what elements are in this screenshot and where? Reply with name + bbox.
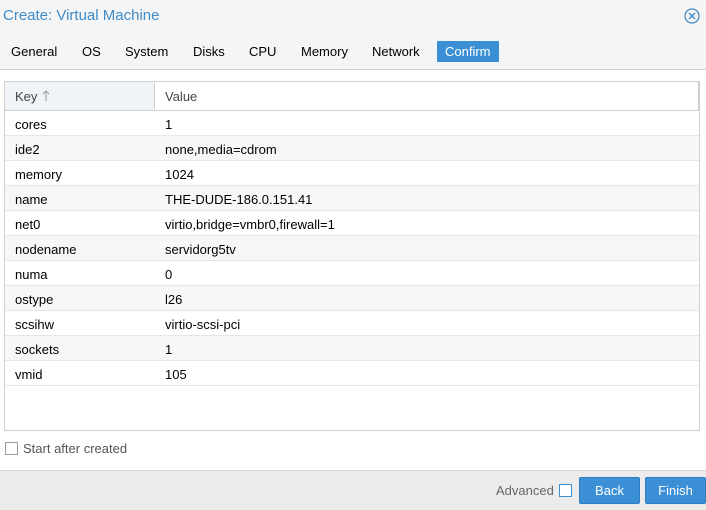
window-titlebar: Create: Virtual Machine <box>0 0 706 33</box>
sort-ascending-icon <box>42 90 50 101</box>
table-row[interactable]: net0 virtio,bridge=vmbr0,firewall=1 <box>5 211 699 236</box>
table-row[interactable]: ide2 none,media=cdrom <box>5 136 699 161</box>
table-row[interactable]: nodename servidorg5tv <box>5 236 699 261</box>
row-key: cores <box>15 117 47 132</box>
row-key: numa <box>15 267 48 282</box>
row-key: memory <box>15 167 62 182</box>
footer-toolbar: Advanced Back Finish <box>0 470 706 510</box>
row-value: virtio-scsi-pci <box>165 317 241 332</box>
row-value: l26 <box>165 292 183 307</box>
column-header-value[interactable]: Value <box>155 82 699 110</box>
row-value: 105 <box>165 367 187 382</box>
tab-os[interactable]: OS <box>82 41 101 62</box>
row-key: ostype <box>15 292 54 307</box>
start-after-created-checkbox[interactable] <box>5 442 18 455</box>
row-key: sockets <box>15 342 60 357</box>
advanced-checkbox[interactable] <box>559 484 572 497</box>
tab-network[interactable]: Network <box>372 41 420 62</box>
close-icon[interactable] <box>684 8 700 24</box>
row-value: servidorg5tv <box>165 242 236 257</box>
table-row[interactable]: name THE-DUDE-186.0.151.41 <box>5 186 699 211</box>
row-value: none,media=cdrom <box>165 142 277 157</box>
tab-memory[interactable]: Memory <box>301 41 348 62</box>
tab-cpu[interactable]: CPU <box>249 41 276 62</box>
row-key: name <box>15 192 48 207</box>
grid-body: cores 1 ide2 none,media=cdrom memory 1024 name… <box>5 111 699 386</box>
row-value: 1024 <box>165 167 194 182</box>
start-after-created-label: Start after created <box>23 441 128 456</box>
table-row[interactable]: ostype l26 <box>5 286 699 311</box>
column-header-key[interactable]: Key <box>5 82 155 110</box>
back-button[interactable]: Back <box>579 477 640 504</box>
wizard-tabs: General OS System Disks CPU Memory Netwo… <box>0 33 706 70</box>
row-value: 0 <box>165 267 173 282</box>
table-row[interactable]: numa 0 <box>5 261 699 286</box>
row-value: THE-DUDE-186.0.151.41 <box>165 192 313 207</box>
row-key: vmid <box>15 367 43 382</box>
window-title: Create: Virtual Machine <box>3 7 160 24</box>
row-key: nodename <box>15 242 77 257</box>
tab-general[interactable]: General <box>11 41 57 62</box>
grid-header: Key Value <box>5 82 699 111</box>
summary-grid: Key Value cores 1 ide2 none,media=cdrom memo… <box>4 81 700 431</box>
row-key: scsihw <box>15 317 55 332</box>
table-row[interactable]: sockets 1 <box>5 336 699 361</box>
tab-system[interactable]: System <box>125 41 168 62</box>
tab-confirm[interactable]: Confirm <box>437 41 499 62</box>
row-value: 1 <box>165 117 173 132</box>
row-value: 1 <box>165 342 173 357</box>
table-row[interactable]: vmid 105 <box>5 361 699 386</box>
row-key: ide2 <box>15 142 40 157</box>
table-row[interactable]: cores 1 <box>5 111 699 136</box>
tab-disks[interactable]: Disks <box>193 41 225 62</box>
table-row[interactable]: scsihw virtio-scsi-pci <box>5 311 699 336</box>
row-value: virtio,bridge=vmbr0,firewall=1 <box>165 217 335 232</box>
finish-button[interactable]: Finish <box>645 477 706 504</box>
table-row[interactable]: memory 1024 <box>5 161 699 186</box>
row-key: net0 <box>15 217 41 232</box>
advanced-label: Advanced <box>496 483 554 498</box>
